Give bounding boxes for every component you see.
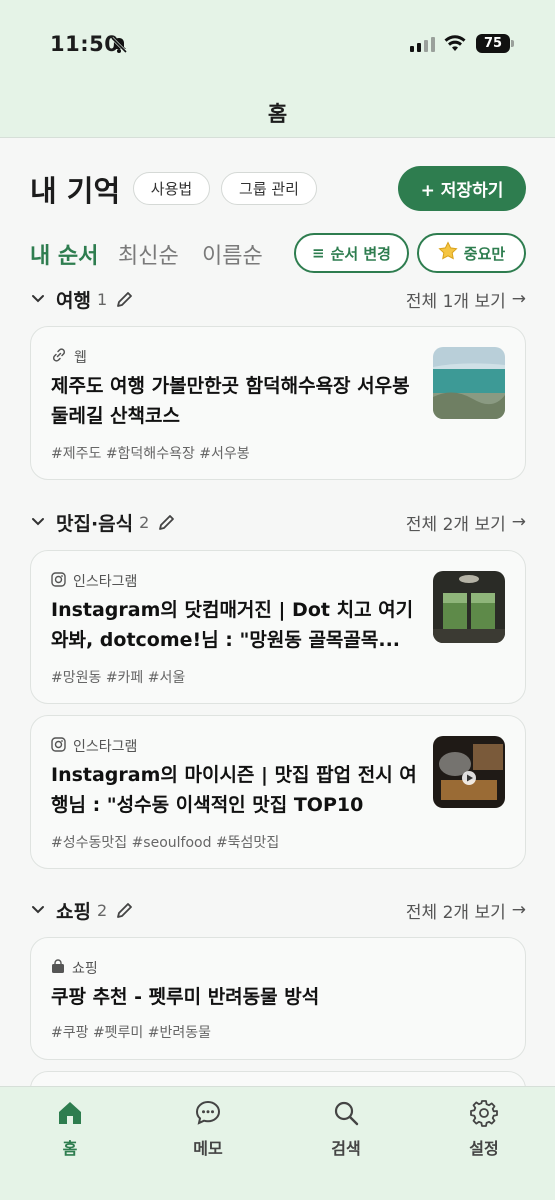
card-source: 인스타그램: [51, 736, 137, 756]
card-tags: #쿠팡 #펫루미 #반려동물: [51, 1025, 212, 1041]
link-icon: [51, 347, 67, 367]
card-title: 쿠팡 추천 - 펫루미 반려동물 방석: [51, 986, 320, 1008]
view-all-link[interactable]: 전체 2개 보기 →: [406, 510, 526, 535]
group-name: 맛집·음식: [56, 512, 134, 535]
group-header-food[interactable]: 맛집·음식 2 전체 2개 보기 →: [30, 507, 526, 537]
top-bar: 11:50 75 홈: [0, 0, 555, 138]
group-name: 쇼핑: [56, 900, 91, 923]
reorder-label: 순서 변경: [330, 244, 391, 263]
card-title: Instagram의 마이시즌 | 맛집 팝업 전시 여행님 : "성수동 이색…: [51, 764, 417, 816]
memory-card[interactable]: 인스타그램 Instagram의 마이시즌 | 맛집 팝업 전시 여행님 : "…: [30, 715, 526, 869]
reorder-button[interactable]: ≡ 순서 변경: [294, 233, 409, 273]
nav-home[interactable]: 홈: [30, 1099, 110, 1159]
group-count: 1: [96, 289, 108, 309]
nav-label: 설정: [469, 1139, 499, 1158]
card-source-label: 인스타그램: [73, 574, 138, 590]
memory-card[interactable]: 인스타그램 Instagram의 닷컴매거진 | Dot 치고 여기 와봐, d…: [30, 550, 526, 704]
pencil-icon[interactable]: [115, 900, 135, 920]
status-time: 11:50: [50, 32, 120, 56]
pencil-icon[interactable]: [157, 512, 177, 532]
important-label: 중요만: [463, 244, 506, 263]
card-tags: #제주도 #함덕해수욕장 #서우봉: [51, 446, 250, 462]
card-source: 웹: [51, 347, 87, 367]
card-thumbnail: [433, 736, 505, 808]
chevron-down-icon[interactable]: [30, 514, 48, 530]
pencil-icon[interactable]: [115, 289, 135, 309]
arrow-right-icon: →: [511, 512, 526, 532]
bell-muted-icon: [110, 36, 128, 58]
bottom-nav: 홈 메모 검색 설정: [0, 1086, 555, 1200]
view-all-link[interactable]: 전체 1개 보기 →: [406, 287, 526, 312]
nav-label: 홈: [62, 1139, 78, 1158]
arrow-right-icon: →: [511, 289, 526, 309]
arrow-right-icon: →: [511, 900, 526, 920]
save-button[interactable]: + 저장하기: [398, 166, 526, 211]
card-tags: #망원동 #카페 #서울: [51, 670, 186, 686]
nav-label: 메모: [193, 1139, 223, 1158]
star-icon: [438, 241, 458, 265]
home-icon: [56, 1099, 84, 1131]
nav-settings[interactable]: 설정: [444, 1099, 524, 1159]
group-count: 2: [96, 900, 108, 920]
group-header-travel[interactable]: 여행 1 전체 1개 보기 →: [30, 284, 526, 314]
view-all-link[interactable]: 전체 2개 보기 →: [406, 898, 526, 923]
tab-newest[interactable]: 최신순: [118, 238, 179, 270]
card-source: 인스타그램: [51, 571, 137, 591]
memory-card[interactable]: 웹 제주도 여행 가볼만한곳 함덕해수욕장 서우봉 둘레길 산책코스 #제주도 …: [30, 326, 526, 480]
chat-icon: [194, 1099, 222, 1131]
chevron-down-icon[interactable]: [30, 291, 48, 307]
view-all-label: 전체 1개 보기: [405, 291, 506, 312]
card-source-label: 웹: [74, 350, 87, 366]
card-thumbnail: [433, 571, 505, 643]
gear-icon: [470, 1099, 498, 1131]
list-icon: ≡: [311, 244, 325, 262]
card-source: 쇼핑: [51, 958, 98, 978]
card-tags: #성수동맛집 #seoulfood #뚝섬맛집: [51, 835, 280, 851]
nav-memo[interactable]: 메모: [168, 1099, 248, 1159]
section-title: 내 기억: [30, 174, 121, 208]
nav-label: 검색: [331, 1139, 361, 1158]
page-title: 홈: [267, 102, 288, 126]
search-icon: [332, 1099, 360, 1131]
shopping-bag-icon: [51, 958, 65, 978]
card-title: 제주도 여행 가볼만한곳 함덕해수욕장 서우봉 둘레길 산책코스: [51, 375, 410, 427]
group-name: 여행: [56, 289, 91, 312]
card-source-label: 인스타그램: [73, 739, 138, 755]
view-all-label: 전체 2개 보기: [405, 902, 506, 923]
card-source-label: 쇼핑: [72, 961, 98, 977]
memory-card[interactable]: 쇼핑 쿠팡 추천 - 펫루미 반려동물 방석 #쿠팡 #펫루미 #반려동물: [30, 937, 526, 1060]
signal-icon: [410, 36, 435, 52]
instagram-icon: [51, 736, 66, 756]
nav-search[interactable]: 검색: [306, 1099, 386, 1159]
important-filter-button[interactable]: 중요만: [417, 233, 526, 273]
group-header-shopping[interactable]: 쇼핑 2 전체 2개 보기 →: [30, 895, 526, 925]
tab-name[interactable]: 이름순: [202, 238, 263, 270]
battery-icon: 75: [476, 34, 514, 53]
group-manage-button[interactable]: 그룹 관리: [221, 172, 317, 205]
chevron-down-icon[interactable]: [30, 902, 48, 918]
tab-my-order[interactable]: 내 순서: [30, 238, 98, 270]
instagram-icon: [51, 571, 66, 591]
how-to-button[interactable]: 사용법: [133, 172, 210, 205]
group-count: 2: [139, 512, 150, 532]
card-title: Instagram의 닷컴매거진 | Dot 치고 여기 와봐, dotcome…: [51, 599, 414, 651]
wifi-icon: [443, 33, 467, 57]
card-thumbnail: [433, 347, 505, 419]
view-all-label: 전체 2개 보기: [405, 514, 506, 535]
